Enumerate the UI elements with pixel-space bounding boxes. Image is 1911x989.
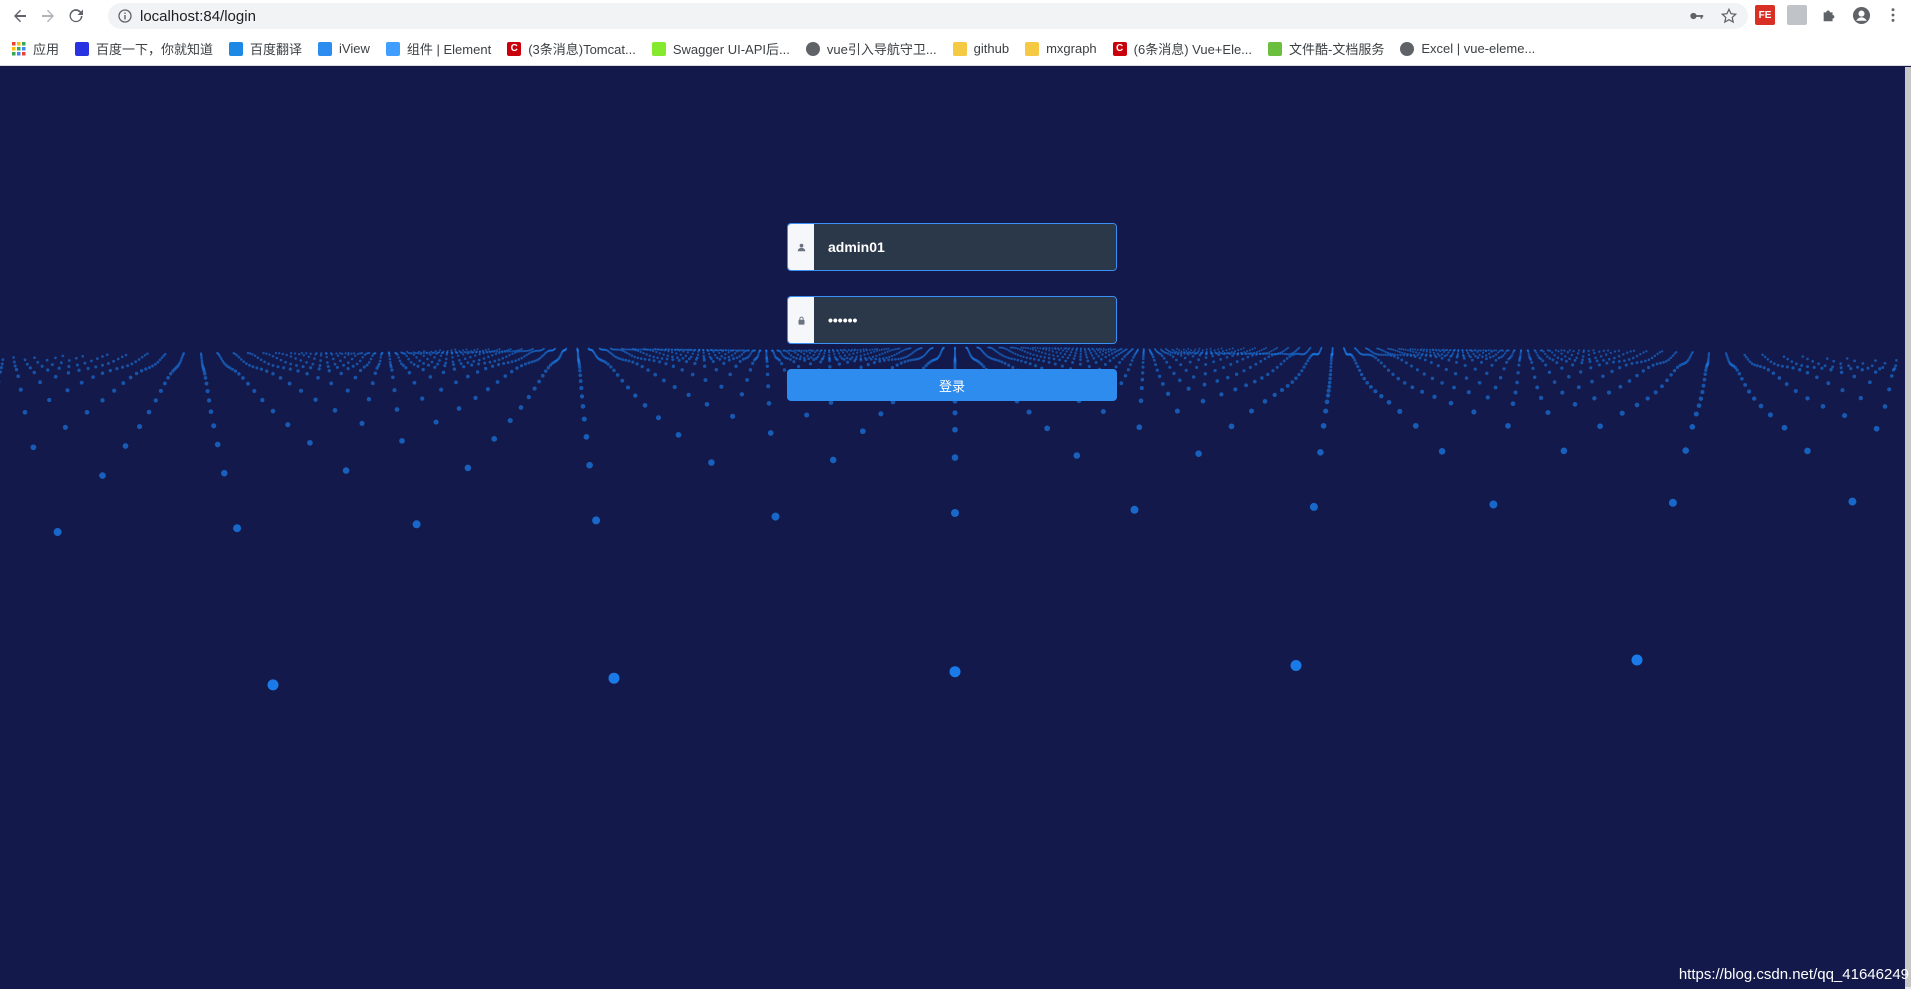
info-icon[interactable] [118,9,132,23]
bookmark-item[interactable]: 组件 | Element [385,39,492,58]
menu-dots-icon[interactable] [1883,5,1903,25]
bookmark-label: mxgraph [1046,41,1097,56]
bookmark-item[interactable]: mxgraph [1025,41,1097,56]
username-field [787,223,1117,271]
csdn-icon: C [1112,41,1127,56]
bookmark-label: 应用 [33,42,60,57]
bookmark-item[interactable]: 文件酷-文档服务 [1268,39,1384,58]
iview-icon [318,41,333,56]
bookmark-label: 百度翻译 [250,42,303,57]
bookmark-label: 百度一下，你就知道 [96,42,214,57]
csdn-icon: C [507,41,522,56]
forward-icon[interactable] [34,2,62,30]
bookmark-label: github [973,41,1010,56]
folder-icon [1025,41,1040,56]
star-icon[interactable] [1720,7,1738,25]
password-field [787,296,1117,344]
wenjianku-icon [1268,41,1283,56]
bookmark-item[interactable]: 百度一下，你就知道 [75,39,213,58]
folder-icon [952,41,967,56]
globe-icon [1400,41,1415,56]
bookmark-item[interactable]: Swagger UI-API后... [651,39,790,58]
bookmark-label: (3条消息)Tomcat... [528,42,636,57]
login-button[interactable]: 登录 [787,369,1117,401]
url-text[interactable]: localhost:84/login [140,8,256,25]
bookmarks-bar: 应用 百度一下，你就知道 百度翻译 iView 组件 | Element C (3条消息)T… [0,32,1911,66]
username-input[interactable] [814,224,1116,270]
particle-wave-background [0,346,1911,691]
scrollbar[interactable] [1905,67,1911,989]
bookmark-item[interactable]: github [952,41,1010,56]
puzzle-icon[interactable] [1819,5,1839,25]
extension-icon[interactable] [1787,5,1807,25]
lock-icon [788,297,814,343]
bookmark-label: (6条消息) Vue+Ele... [1133,42,1253,57]
apps-grid-icon [12,41,26,56]
bookmark-item[interactable]: 应用 [12,39,59,58]
key-icon[interactable] [1688,7,1706,25]
reload-icon[interactable] [62,2,90,30]
bookmark-item[interactable]: C (3条消息)Tomcat... [507,39,636,58]
password-input[interactable] [814,297,1116,343]
fe-extension-icon[interactable]: FE [1755,5,1775,25]
bookmark-label: vue引入导航守卫... [826,42,937,57]
baidu-paw-icon [75,41,90,56]
watermark-text: https://blog.csdn.net/qq_41646249 [1678,966,1909,983]
bookmark-label: Excel | vue-eleme... [1421,41,1536,56]
bookmark-label: 组件 | Element [406,42,492,57]
profile-icon[interactable] [1851,5,1871,25]
bookmark-item[interactable]: iView [318,41,370,56]
browser-toolbar: localhost:84/login FE [0,0,1911,32]
back-icon[interactable] [6,2,34,30]
login-form: 登录 [787,223,1117,401]
bookmark-label: 文件酷-文档服务 [1289,42,1385,57]
bookmark-item[interactable]: vue引入导航守卫... [805,39,937,58]
globe-icon [805,41,820,56]
baidu-translate-icon [229,41,244,56]
bookmark-item[interactable]: Excel | vue-eleme... [1400,41,1535,56]
bookmark-label: iView [339,41,370,56]
bookmark-item[interactable]: C (6条消息) Vue+Ele... [1112,39,1253,58]
scrollbar-thumb[interactable] [1905,67,1911,987]
bookmark-item[interactable]: 百度翻译 [229,39,302,58]
login-page: 登录 https://blog.csdn.net/qq_41646249 [0,67,1911,989]
swagger-icon [651,41,666,56]
address-bar[interactable]: localhost:84/login [108,3,1748,29]
user-icon [788,224,814,270]
element-icon [385,41,400,56]
bookmark-label: Swagger UI-API后... [672,42,790,57]
